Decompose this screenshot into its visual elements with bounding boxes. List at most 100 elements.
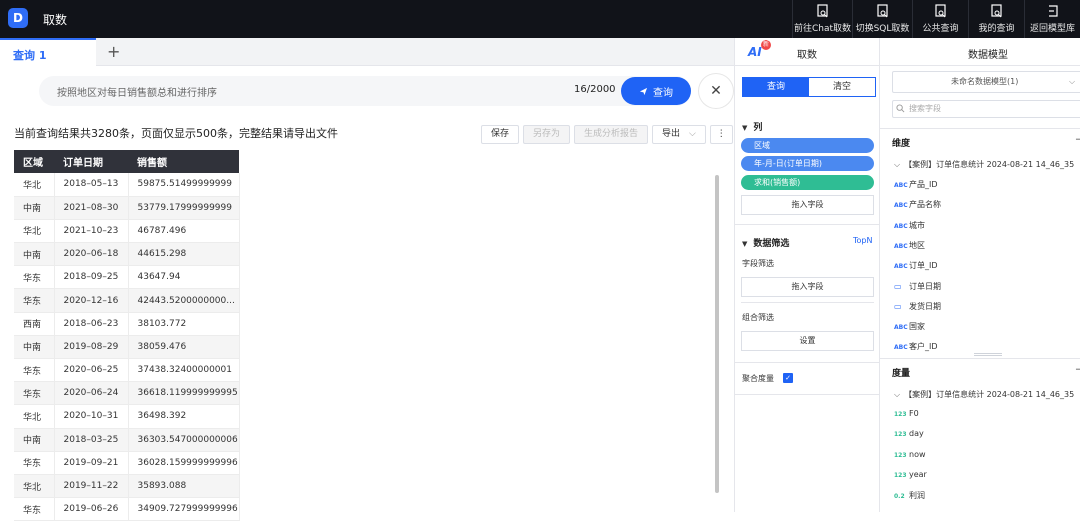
field-label: 客户_ID bbox=[909, 342, 938, 352]
return-icon bbox=[1048, 5, 1058, 17]
export-label: 导出 bbox=[662, 129, 681, 139]
field-item[interactable]: 123 year bbox=[894, 470, 927, 479]
clear-button[interactable]: 清空 bbox=[809, 78, 875, 96]
table-cell: 西南 bbox=[14, 312, 55, 336]
table-cell: 2019–11–22 bbox=[54, 474, 129, 499]
table-cell: 2020–06–24 bbox=[54, 381, 129, 406]
column-header-order-date[interactable]: 订单日期 bbox=[54, 150, 128, 173]
dimension-group[interactable]: ⌵ 【案例】订单信息统计 2024-08-21 14_46_35 bbox=[894, 159, 1074, 170]
table-cell: 中南 bbox=[14, 335, 55, 360]
table-row[interactable]: 华东 2019–09–21 36028.159999999996 bbox=[14, 451, 240, 475]
add-tab-button[interactable]: + bbox=[107, 42, 120, 61]
return-model-library-button[interactable]: 返回模型库 bbox=[1024, 0, 1080, 38]
table-row[interactable]: 中南 2019–08–29 38059.476 bbox=[14, 335, 240, 360]
field-type-icon: ABC bbox=[894, 324, 908, 332]
field-filter-label: 字段筛选 bbox=[742, 259, 774, 268]
query-builder-header: AI 新 取数 bbox=[735, 38, 879, 66]
table-cell: 53779.17999999999 bbox=[128, 196, 240, 220]
more-options-button[interactable]: ⋮ bbox=[709, 125, 733, 144]
table-row[interactable]: 华东 2020–06–24 36618.119999999995 bbox=[14, 381, 240, 406]
filter-section-header[interactable]: ▼ 数据筛选 bbox=[742, 236, 789, 249]
filter-section-label: 数据筛选 bbox=[753, 239, 790, 249]
field-search-input[interactable]: 搜索字段 bbox=[892, 100, 1080, 118]
result-scrollbar[interactable] bbox=[715, 175, 719, 493]
table-row[interactable]: 西南 2018–06–23 38103.772 bbox=[14, 312, 240, 336]
field-item[interactable]: ▭ 订单日期 bbox=[894, 281, 941, 292]
table-row[interactable]: 华北 2020–10–31 36498.392 bbox=[14, 404, 240, 429]
column-header-sales[interactable]: 销售额 bbox=[128, 150, 239, 173]
table-cell: 中南 bbox=[14, 196, 55, 220]
field-item[interactable]: ABC客户_ID bbox=[894, 341, 938, 352]
ai-icon[interactable]: AI bbox=[748, 45, 762, 59]
field-item[interactable]: 123 now bbox=[894, 450, 926, 459]
doc-search-icon bbox=[876, 4, 888, 18]
table-cell: 44615.298 bbox=[128, 242, 240, 267]
save-as-button[interactable]: 另存为 bbox=[523, 125, 571, 144]
table-row[interactable]: 中南 2020–06–18 44615.298 bbox=[14, 242, 240, 267]
field-item[interactable]: ABC地区 bbox=[894, 240, 925, 251]
field-item[interactable]: 0.2 利润 bbox=[894, 490, 925, 501]
switch-sql-button[interactable]: 切换SQL取数 bbox=[852, 0, 912, 38]
table-cell: 2021–08–30 bbox=[54, 196, 129, 220]
save-button[interactable]: 保存 bbox=[481, 125, 520, 144]
public-query-label: 公共查询 bbox=[922, 24, 959, 34]
table-row[interactable]: 华东 2018–09–25 43647.94 bbox=[14, 265, 240, 290]
table-cell: 34909.727999999996 bbox=[128, 497, 240, 521]
column-pill-region[interactable]: 区域 bbox=[741, 138, 874, 153]
table-cell: 43647.94 bbox=[128, 265, 240, 290]
close-icon[interactable]: ✕ bbox=[699, 74, 733, 108]
model-select[interactable]: 未命名数据模型(1) ⌵ bbox=[892, 71, 1080, 93]
generate-report-button[interactable]: 生成分析报告 bbox=[574, 125, 649, 144]
data-model-title: 数据模型 bbox=[968, 50, 1008, 61]
divider bbox=[735, 394, 881, 395]
field-item[interactable]: ABC城市 bbox=[894, 220, 925, 231]
topn-link[interactable]: TopN bbox=[853, 236, 872, 245]
send-icon bbox=[639, 87, 648, 95]
tab-query-1[interactable]: 查询 1 bbox=[0, 38, 96, 66]
aggregate-measure-checkbox[interactable]: ✓ bbox=[783, 373, 793, 383]
collapse-measures-icon[interactable]: − bbox=[1075, 365, 1080, 375]
table-row[interactable]: 华北 2021–10–23 46787.496 bbox=[14, 219, 240, 244]
submit-query-label: 查询 bbox=[653, 87, 673, 99]
my-query-label: 我的查询 bbox=[978, 24, 1015, 34]
submit-query-button[interactable]: 查询 bbox=[621, 77, 691, 105]
public-query-button[interactable]: 公共查询 bbox=[912, 0, 968, 38]
query-input[interactable]: 按照地区对每日销售额总和进行排序 16/2000 查询 bbox=[39, 76, 691, 106]
field-label: 发货日期 bbox=[909, 301, 941, 311]
query-tab-button[interactable]: 查询 bbox=[743, 78, 809, 96]
goto-chat-button[interactable]: 前往Chat取数 bbox=[792, 0, 852, 38]
table-row[interactable]: 华北 2019–11–22 35893.088 bbox=[14, 474, 240, 499]
combo-filter-settings-button[interactable]: 设置 bbox=[741, 331, 874, 351]
table-row[interactable]: 华北 2018–05–13 59875.51499999999 bbox=[14, 173, 240, 197]
field-type-icon: ABC bbox=[894, 182, 908, 189]
column-header-region[interactable]: 区域 bbox=[14, 150, 54, 173]
drag-filter-field-dropzone[interactable]: 拖入字段 bbox=[741, 277, 874, 297]
measure-group[interactable]: ⌵ 【案例】订单信息统计 2024-08-21 14_46_35 bbox=[894, 389, 1074, 400]
column-pill-sum-sales[interactable]: 求和(销售额) bbox=[741, 175, 874, 190]
table-row[interactable]: 中南 2018–03–25 36303.547000000006 bbox=[14, 428, 240, 452]
table-row[interactable]: 中南 2021–08–30 53779.17999999999 bbox=[14, 196, 240, 220]
field-item[interactable]: ABC产品_ID bbox=[894, 179, 938, 190]
table-row[interactable]: 华东 2019–06–26 34909.727999999996 bbox=[14, 497, 240, 521]
collapse-dimensions-icon[interactable]: − bbox=[1075, 135, 1080, 145]
field-item[interactable]: ABC国家 bbox=[894, 321, 925, 332]
table-row[interactable]: 华东 2020–06–25 37438.32400000001 bbox=[14, 358, 240, 383]
export-button[interactable]: 导出 ⌵ bbox=[652, 125, 706, 144]
table-row[interactable]: 华东 2020–12–16 42443.5200000000... bbox=[14, 288, 240, 313]
columns-section-header[interactable]: ▼ 列 bbox=[742, 120, 762, 133]
char-counter: 16/2000 bbox=[574, 84, 616, 95]
field-item[interactable]: ABC产品名称 bbox=[894, 199, 941, 210]
field-item[interactable]: 123 day bbox=[894, 429, 924, 438]
app-logo[interactable]: D bbox=[8, 8, 28, 28]
resize-handle[interactable] bbox=[974, 353, 1002, 356]
field-type-icon: 123 bbox=[894, 431, 907, 439]
query-text: 按照地区对每日销售额总和进行排序 bbox=[57, 88, 217, 99]
field-item[interactable]: ABC订单_ID bbox=[894, 260, 938, 271]
drag-field-dropzone[interactable]: 拖入字段 bbox=[741, 195, 874, 215]
table-cell: 2018–09–25 bbox=[54, 265, 129, 290]
field-label: 城市 bbox=[909, 220, 925, 230]
field-item[interactable]: 123 F0 bbox=[894, 409, 919, 418]
column-pill-order-date[interactable]: 年-月-日(订单日期) bbox=[741, 156, 874, 171]
field-item[interactable]: ▭ 发货日期 bbox=[894, 301, 941, 312]
my-query-button[interactable]: 我的查询 bbox=[968, 0, 1024, 38]
